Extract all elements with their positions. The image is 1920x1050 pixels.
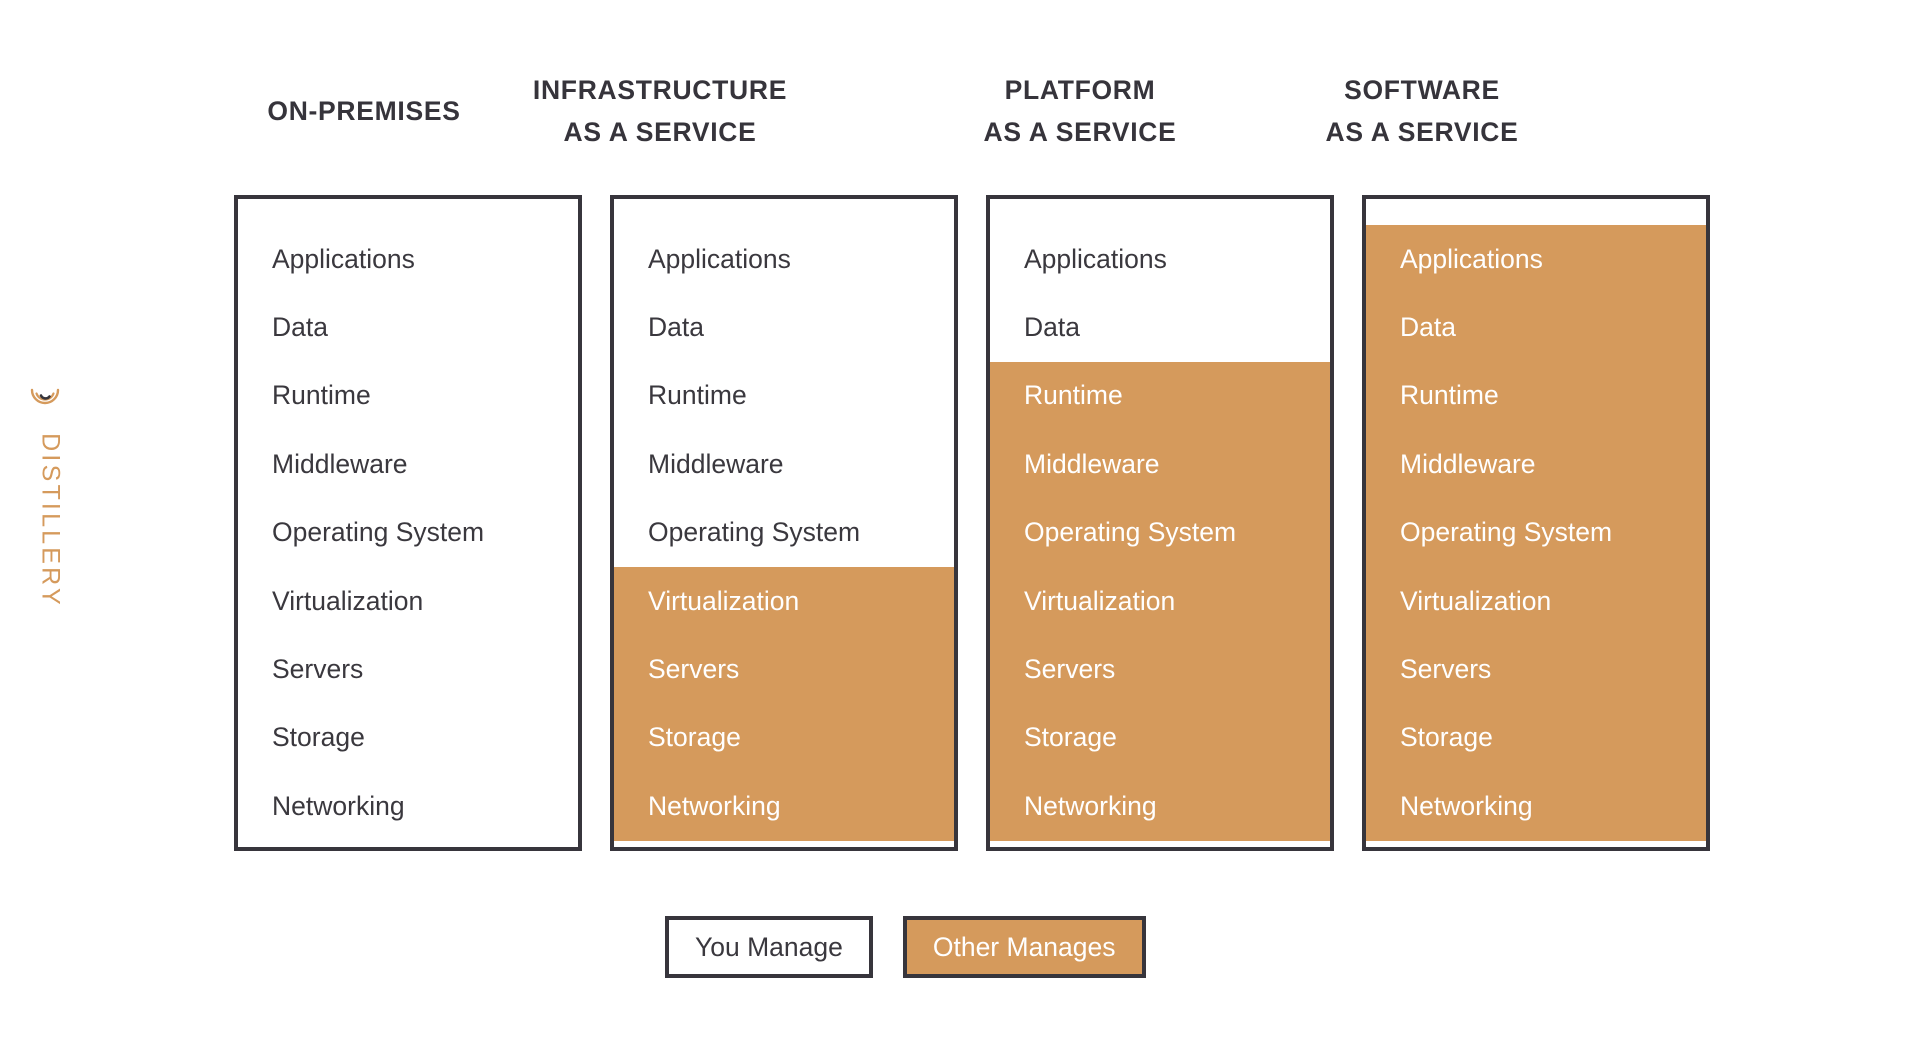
layer-data: Data — [272, 312, 328, 343]
layer-middleware: Middleware — [1366, 430, 1706, 499]
layer-runtime: Runtime — [1366, 361, 1706, 431]
layer-applications: Applications — [1366, 225, 1706, 294]
layer-middleware: Middleware — [648, 448, 784, 479]
layer-virtualization: Virtualization — [1366, 566, 1706, 636]
stack-software-as-a-service: Applications Data Runtime Middleware Ope… — [1362, 195, 1710, 851]
layer-operating-system: Operating System — [990, 498, 1330, 567]
layer-runtime: Runtime — [272, 380, 371, 411]
layer-storage: Storage — [990, 703, 1330, 773]
layer-data: Data — [1366, 293, 1706, 362]
cloud-responsibility-diagram: DISTILLERY ON-PREMISES Applications Data… — [0, 0, 1920, 1050]
column-title-line1: SOFTWARE — [1344, 75, 1500, 105]
layer-servers: Servers — [990, 635, 1330, 704]
layer-operating-system: Operating System — [648, 517, 861, 548]
layer-networking: Networking — [990, 772, 1330, 841]
layer-data: Data — [648, 312, 704, 343]
layer-operating-system: Operating System — [272, 517, 485, 548]
column-title-line1: PLATFORM — [1004, 75, 1156, 105]
layer-operating-system: Operating System — [1366, 498, 1706, 567]
stack-infrastructure-as-a-service: Applications Data Runtime Middleware Ope… — [610, 195, 958, 851]
layer-data: Data — [1024, 312, 1080, 343]
layer-middleware: Middleware — [990, 430, 1330, 499]
layer-virtualization: Virtualization — [614, 566, 954, 636]
legend-item-you-manage: You Manage — [665, 916, 873, 978]
layer-applications: Applications — [272, 243, 415, 274]
layer-virtualization: Virtualization — [990, 566, 1330, 636]
layer-applications: Applications — [1024, 243, 1167, 274]
column-header-software-as-a-service: SOFTWARE AS A SERVICE — [1166, 69, 1678, 153]
layer-servers: Servers — [272, 654, 364, 685]
layer-storage: Storage — [1366, 703, 1706, 773]
layer-runtime: Runtime — [990, 361, 1330, 431]
layer-servers: Servers — [614, 635, 954, 704]
layer-servers: Servers — [1366, 635, 1706, 704]
legend-item-other-manages: Other Manages — [902, 916, 1146, 978]
column-title-line1: INFRASTRUCTURE — [532, 75, 788, 105]
layer-networking: Networking — [614, 772, 954, 841]
column-title-line2: AS A SERVICE — [1325, 117, 1519, 147]
layer-networking: Networking — [272, 790, 405, 821]
brand-logo: DISTILLERY — [14, 386, 84, 666]
layer-storage: Storage — [614, 703, 954, 773]
brand-name: DISTILLERY — [36, 433, 65, 608]
stack-platform-as-a-service: Applications Data Runtime Middleware Ope… — [986, 195, 1334, 851]
stack-on-premises: Applications Data Runtime Middleware Ope… — [234, 195, 582, 851]
layer-runtime: Runtime — [648, 380, 747, 411]
legend: You Manage Other Manages — [665, 916, 1146, 978]
layer-middleware: Middleware — [272, 448, 408, 479]
layer-virtualization: Virtualization — [272, 585, 424, 616]
layer-applications: Applications — [648, 243, 791, 274]
layer-storage: Storage — [272, 722, 365, 753]
layer-networking: Networking — [1366, 772, 1706, 841]
